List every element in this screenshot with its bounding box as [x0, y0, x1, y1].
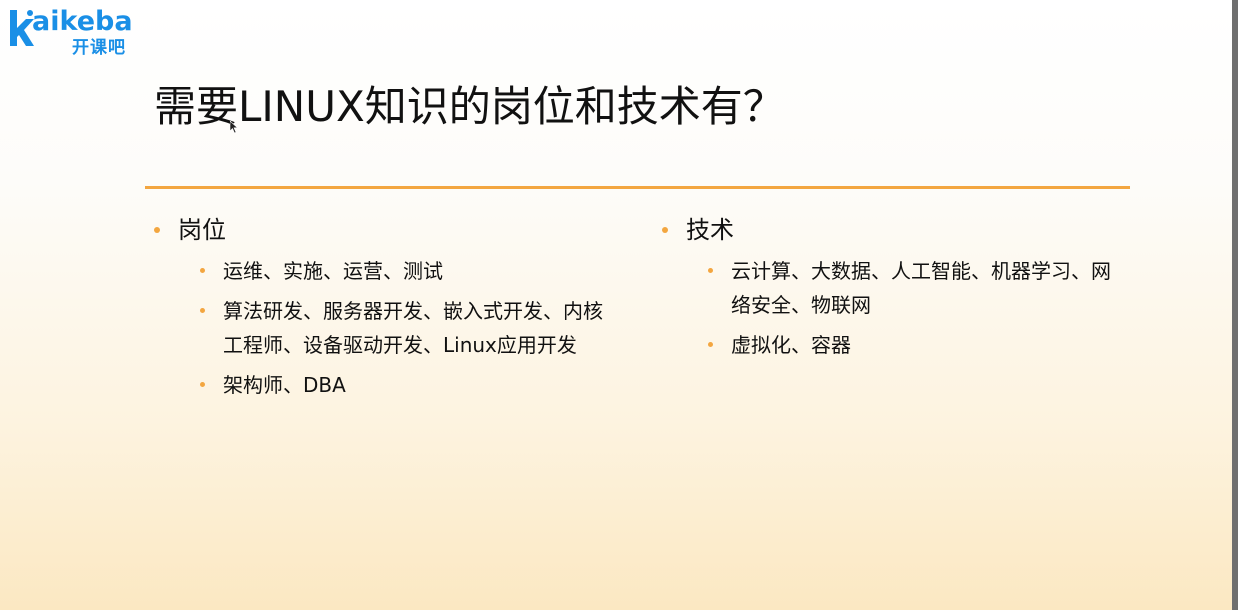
- list-item: 虚拟化、容器: [706, 328, 1130, 362]
- slide-title: 需要LINUX知识的岗位和技术有？: [154, 82, 785, 131]
- window-edge: [1232, 0, 1238, 610]
- list-item: 算法研发、服务器开发、嵌入式开发、内核工程师、设备驱动开发、Linux应用开发: [198, 294, 622, 362]
- list-item: 云计算、大数据、人工智能、机器学习、网络安全、物联网: [706, 254, 1130, 322]
- list-item: 架构师、DBA: [198, 368, 622, 402]
- title-divider: [145, 186, 1130, 189]
- positions-list: 运维、实施、运营、测试 算法研发、服务器开发、嵌入式开发、内核工程师、设备驱动开…: [152, 254, 622, 402]
- section-heading-technologies: 技术: [660, 212, 1130, 248]
- technologies-list: 云计算、大数据、人工智能、机器学习、网络安全、物联网 虚拟化、容器: [660, 254, 1130, 362]
- section-positions: 岗位 运维、实施、运营、测试 算法研发、服务器开发、嵌入式开发、内核工程师、设备…: [152, 212, 622, 408]
- section-technologies: 技术 云计算、大数据、人工智能、机器学习、网络安全、物联网 虚拟化、容器: [660, 212, 1130, 368]
- logo-wordmark: aikeba: [32, 6, 133, 37]
- section-heading-positions: 岗位: [152, 212, 622, 248]
- mouse-cursor-icon: [230, 121, 238, 133]
- logo-subtitle: 开课吧: [72, 38, 126, 58]
- kaikeba-logo: aikeba 开课吧: [6, 6, 146, 64]
- list-item: 运维、实施、运营、测试: [198, 254, 622, 288]
